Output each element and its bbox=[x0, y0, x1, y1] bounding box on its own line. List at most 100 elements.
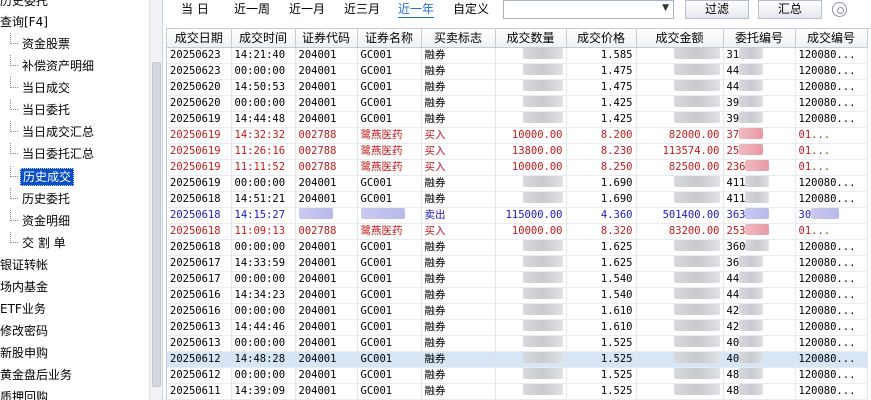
cell-date-text: 20250618 bbox=[170, 208, 221, 221]
cell-deal-no: 120080... bbox=[795, 47, 868, 64]
sidebar-item-ipo-subscription[interactable]: 新股申购 bbox=[0, 342, 48, 364]
cell-amount bbox=[636, 255, 724, 272]
sidebar-item-compensation-assets[interactable]: 补偿资产明细 bbox=[10, 55, 96, 77]
cell-order-no-text: 411 bbox=[726, 176, 746, 189]
sidebar-nav: 历史委托 查询[F4] 资金股票 补偿资产明细 当日成交 当日委托 当日成交汇总… bbox=[0, 0, 163, 400]
table-row[interactable]: 20250618 14:51:21 204001 GC001 融券 1.690 411 120… bbox=[167, 191, 868, 208]
sidebar-item-funds-stocks[interactable]: 资金股票 bbox=[10, 33, 72, 55]
cell-order-no: 42 bbox=[723, 303, 796, 320]
sidebar-item-settlement[interactable]: 交 割 单 bbox=[10, 232, 68, 254]
sidebar-item-today-orders[interactable]: 当日委托 bbox=[10, 99, 72, 121]
table-row[interactable]: 20250619 11:11:52 002788 鹭燕医药 买入 10000.00 8.25… bbox=[167, 159, 868, 176]
sidebar-item-today-orders-summary[interactable]: 当日委托汇总 bbox=[10, 143, 96, 165]
period-week-tab[interactable]: 近一周 bbox=[234, 1, 270, 17]
period-today-tab[interactable]: 当 日 bbox=[181, 1, 209, 17]
cell-qty: 10000.00 bbox=[495, 127, 567, 144]
cell-name-text: GC001 bbox=[360, 336, 393, 349]
sidebar-item-query[interactable]: 查询[F4] bbox=[0, 11, 48, 33]
column-header-code[interactable]: 证券代码 bbox=[295, 29, 358, 48]
table-row[interactable]: 20250623 14:21:40 204001 GC001 融券 1.585 31 1200… bbox=[167, 47, 868, 64]
cell-side-text: 买入 bbox=[424, 128, 446, 141]
cell-time-text: 14:39:09 bbox=[234, 384, 286, 397]
column-header-quantity[interactable]: 成交数量 bbox=[495, 29, 567, 48]
table-row[interactable]: 20250620 00:00:00 204001 GC001 融券 1.425 39 1200… bbox=[167, 95, 868, 112]
sidebar-item-repo[interactable]: 质押回购 bbox=[0, 386, 48, 400]
cell-time: 00:00:00 bbox=[231, 95, 296, 112]
column-header-order-no[interactable]: 委托编号 bbox=[723, 29, 796, 48]
sidebar-item-exchange-fund[interactable]: 场内基金 bbox=[0, 276, 48, 298]
sidebar-scrollbar[interactable] bbox=[149, 0, 162, 400]
cell-side: 融券 bbox=[421, 287, 496, 304]
table-row[interactable]: 20250612 14:48:28 204001 GC001 融券 1.525 40 1200… bbox=[167, 351, 868, 368]
tree-connector-icon bbox=[10, 55, 18, 66]
table-row[interactable]: 20250618 00:00:00 204001 GC001 融券 1.625 360 120… bbox=[167, 239, 868, 256]
table-row[interactable]: 20250613 14:44:46 204001 GC001 融券 1.610 42 1200… bbox=[167, 319, 868, 336]
table-row[interactable]: 20250618 11:09:13 002788 鹭燕医药 买入 10000.00 8.32… bbox=[167, 223, 868, 240]
table-row[interactable]: 20250613 00:00:00 204001 GC001 融券 1.525 40 1200… bbox=[167, 335, 868, 352]
cell-price: 8.230 bbox=[566, 143, 637, 160]
sidebar-item-bank-transfer[interactable]: 银证转帐 bbox=[0, 254, 48, 276]
gear-icon[interactable] bbox=[832, 2, 847, 17]
period-three-months-tab[interactable]: 近三月 bbox=[344, 1, 380, 17]
redacted-value bbox=[522, 271, 563, 283]
cell-deal-no: 120080... bbox=[795, 271, 868, 288]
cell-name-text: GC001 bbox=[360, 176, 393, 189]
sidebar-item-fund-details[interactable]: 资金明细 bbox=[10, 210, 72, 232]
table-row[interactable]: 20250617 00:00:00 204001 GC001 融券 1.540 44 1200… bbox=[167, 271, 868, 288]
sidebar-item-history-deals[interactable]: 历史成交 bbox=[10, 166, 75, 188]
table-row[interactable]: 20250618 14:15:27 卖出 115000.00 4.360 501400.0… bbox=[167, 207, 868, 224]
table-row[interactable]: 20250619 11:26:16 002788 鹭燕医药 买入 13800.00 8.23… bbox=[167, 143, 868, 160]
column-header-time[interactable]: 成交时间 bbox=[231, 29, 296, 48]
custom-date-select[interactable]: ▼ bbox=[503, 0, 674, 19]
filter-button[interactable]: 过滤 bbox=[685, 0, 749, 19]
column-header-price[interactable]: 成交价格 bbox=[566, 29, 637, 48]
cell-price: 1.475 bbox=[566, 63, 637, 80]
column-header-date[interactable]: 成交日期 bbox=[167, 29, 232, 48]
table-row[interactable]: 20250620 14:50:53 204001 GC001 融券 1.475 44 1200… bbox=[167, 79, 868, 96]
cell-amount: 113574.00 bbox=[636, 143, 724, 160]
sidebar-item-today-deals-summary[interactable]: 当日成交汇总 bbox=[10, 121, 96, 143]
cell-side-text: 融券 bbox=[424, 384, 446, 397]
table-row[interactable]: 20250619 00:00:00 204001 GC001 融券 1.690 411 120… bbox=[167, 175, 868, 192]
table-row[interactable]: 20250612 00:00:00 204001 GC001 融券 1.525 48 1200… bbox=[167, 367, 868, 384]
period-month-tab[interactable]: 近一月 bbox=[289, 1, 325, 17]
period-custom-tab[interactable]: 自定义 bbox=[453, 1, 489, 17]
sidebar-item-label: 当日成交汇总 bbox=[22, 125, 95, 139]
cell-time: 00:00:00 bbox=[231, 335, 296, 352]
cell-deal-no: 01... bbox=[795, 159, 868, 176]
cell-deal-no-text: 120080... bbox=[798, 320, 856, 333]
table-row[interactable]: 20250616 14:34:23 204001 GC001 融券 1.540 44 1200… bbox=[167, 287, 868, 304]
table-row[interactable]: 20250617 14:33:59 204001 GC001 融券 1.625 36 1200… bbox=[167, 255, 868, 272]
sidebar-item-change-password[interactable]: 修改密码 bbox=[0, 320, 48, 342]
redacted-value bbox=[522, 191, 563, 203]
sidebar-item-gold-after-hours[interactable]: 黄金盘后业务 bbox=[0, 364, 72, 386]
cell-amount bbox=[636, 175, 724, 192]
table-row[interactable]: 20250623 00:00:00 204001 GC001 融券 1.475 44 1200… bbox=[167, 63, 868, 80]
table-row[interactable]: 20250616 00:00:00 204001 GC001 融券 1.610 42 1200… bbox=[167, 303, 868, 320]
column-header-deal-no[interactable]: 成交编号 bbox=[795, 29, 868, 48]
sidebar-item-today-deals[interactable]: 当日成交 bbox=[10, 77, 72, 99]
column-header-amount[interactable]: 成交金额 bbox=[636, 29, 724, 48]
period-year-tab[interactable]: 近一年 bbox=[398, 1, 435, 18]
cell-date-text: 20250620 bbox=[170, 80, 221, 93]
cell-price-text: 1.525 bbox=[600, 336, 633, 349]
sidebar-item-etf[interactable]: ETF业务 bbox=[0, 298, 46, 320]
column-header-name[interactable]: 证券名称 bbox=[357, 29, 422, 48]
redacted-value bbox=[811, 207, 840, 219]
table-row[interactable]: 20250619 14:44:48 204001 GC001 融券 1.425 39 1200… bbox=[167, 111, 868, 128]
cell-date: 20250618 bbox=[167, 239, 232, 256]
cell-deal-no: 120080... bbox=[795, 95, 868, 112]
cell-name: GC001 bbox=[357, 95, 422, 112]
cell-name: GC001 bbox=[357, 383, 422, 400]
redacted-value bbox=[673, 255, 720, 267]
sidebar-item-history-orders[interactable]: 历史委托 bbox=[10, 188, 72, 210]
cell-order-no: 37 bbox=[723, 127, 796, 144]
cell-time: 14:32:32 bbox=[231, 127, 296, 144]
scrollbar-thumb[interactable] bbox=[152, 62, 161, 387]
table-row[interactable]: 20250611 14:39:09 204001 GC001 融券 1.525 48 1200… bbox=[167, 383, 868, 400]
tree-connector-icon bbox=[10, 232, 18, 243]
column-header-side[interactable]: 买卖标志 bbox=[421, 29, 496, 48]
summary-button[interactable]: 汇总 bbox=[758, 0, 822, 19]
chevron-down-icon[interactable]: ▼ bbox=[662, 3, 669, 13]
table-row[interactable]: 20250619 14:32:32 002788 鹭燕医药 买入 10000.00 8.20… bbox=[167, 127, 868, 144]
